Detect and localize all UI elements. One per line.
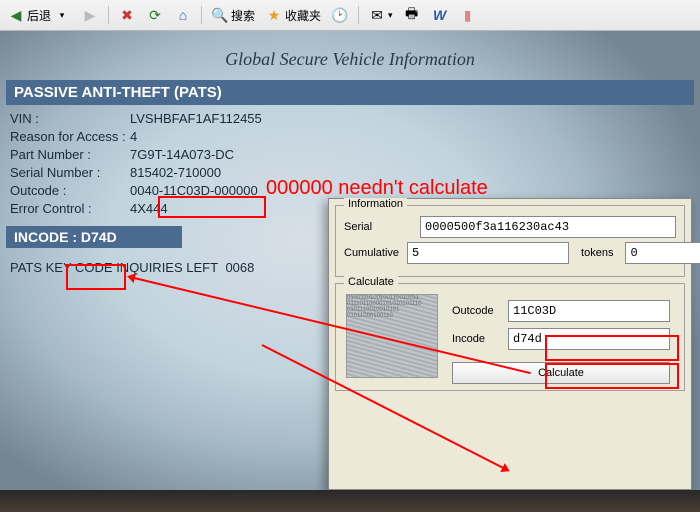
chevron-down-icon: ▾	[53, 6, 71, 24]
data-row: VIN :LVSHBFAF1AF112455	[10, 111, 690, 126]
inquiries-label: PATS KEY CODE INQUIRIES LEFT	[10, 260, 218, 275]
field-label: Reason for Access :	[10, 129, 130, 144]
addon-button[interactable]: ▮	[456, 5, 480, 25]
incode-value: D74D	[81, 229, 117, 245]
forward-icon: ▶	[81, 6, 99, 24]
back-icon: ◀	[7, 6, 25, 24]
history-icon: 🕑	[331, 6, 349, 24]
page-title: Global Secure Vehicle Information	[0, 49, 700, 70]
desk-edge	[0, 490, 700, 512]
section-header: PASSIVE ANTI-THEFT (PATS)	[6, 80, 694, 105]
field-label: VIN :	[10, 111, 130, 126]
field-label: Outcode :	[10, 183, 130, 198]
word-icon: W	[431, 6, 449, 24]
favorites-label: 收藏夹	[285, 7, 321, 24]
fieldset-title: Information	[344, 198, 407, 210]
cumulative-input[interactable]	[407, 242, 569, 264]
inquiries-value: 0068	[225, 260, 254, 275]
print-icon: 🖶	[403, 6, 421, 24]
tokens-input[interactable]	[625, 242, 700, 264]
mail-button[interactable]: ✉▾	[365, 5, 396, 25]
hologram-image: 0100110100100110010011011101100001010101…	[346, 294, 438, 378]
addon-icon: ▮	[459, 6, 477, 24]
favorites-button[interactable]: ★ 收藏夹	[262, 5, 324, 25]
forward-button[interactable]: ▶	[78, 5, 102, 25]
mail-icon: ✉	[368, 6, 386, 24]
back-button[interactable]: ◀ 后退 ▾	[4, 5, 74, 25]
refresh-icon: ⟳	[146, 6, 164, 24]
field-label: Part Number :	[10, 147, 130, 162]
field-value: 7G9T-14A073-DC	[130, 147, 690, 162]
outcode-label: Outcode	[452, 305, 508, 317]
tokens-label: tokens	[581, 247, 613, 259]
incode-calc-label: Incode	[452, 333, 508, 345]
incode-label: INCODE :	[14, 229, 77, 245]
field-value: 815402-710000	[130, 165, 690, 180]
search-button[interactable]: 🔍 搜索	[208, 5, 258, 25]
outcode-input[interactable]	[508, 300, 670, 322]
search-label: 搜索	[231, 7, 255, 24]
word-button[interactable]: W	[428, 5, 452, 25]
search-icon: 🔍	[211, 6, 229, 24]
history-button[interactable]: 🕑	[328, 5, 352, 25]
home-icon: ⌂	[174, 6, 192, 24]
cumulative-label: Cumulative	[344, 247, 399, 259]
serial-input[interactable]	[420, 216, 676, 238]
incode-input[interactable]	[508, 328, 670, 350]
star-icon: ★	[265, 6, 283, 24]
print-button[interactable]: 🖶	[400, 5, 424, 25]
field-label: Serial Number :	[10, 165, 130, 180]
browser-toolbar: ◀ 后退 ▾ ▶ ✖ ⟳ ⌂ 🔍 搜索 ★ 收藏夹 🕑 ✉▾ 🖶 W ▮	[0, 0, 700, 31]
field-value: 0040-11C03D-000000	[130, 183, 690, 198]
data-row: Outcode :0040-11C03D-000000	[10, 183, 690, 198]
stop-icon: ✖	[118, 6, 136, 24]
calculate-button[interactable]: Calculate	[452, 362, 670, 384]
stop-button[interactable]: ✖	[115, 5, 139, 25]
field-label: Error Control :	[10, 201, 130, 216]
calculate-fieldset: Calculate 010011010010011001001101110110…	[335, 283, 685, 391]
back-label: 后退	[27, 7, 51, 24]
calculator-dialog: Information Serial Cumulative tokens Cal…	[328, 198, 692, 490]
fieldset-title: Calculate	[344, 276, 398, 288]
data-row: Reason for Access :4	[10, 129, 690, 144]
field-value: 4	[130, 129, 690, 144]
information-fieldset: Information Serial Cumulative tokens	[335, 205, 685, 277]
serial-label: Serial	[344, 221, 412, 233]
home-button[interactable]: ⌂	[171, 5, 195, 25]
data-row: Serial Number :815402-710000	[10, 165, 690, 180]
field-value: LVSHBFAF1AF112455	[130, 111, 690, 126]
refresh-button[interactable]: ⟳	[143, 5, 167, 25]
data-row: Part Number :7G9T-14A073-DC	[10, 147, 690, 162]
incode-bar: INCODE : D74D	[6, 226, 182, 248]
